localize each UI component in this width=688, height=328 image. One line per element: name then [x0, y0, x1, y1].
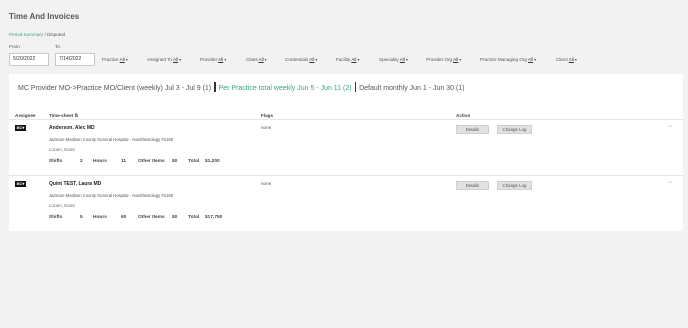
filter-facility[interactable]: Facility All▾: [336, 57, 359, 62]
filter-client[interactable]: Client All▾: [556, 57, 577, 62]
filter-practice-managing-org-value: All: [528, 57, 534, 62]
page-title: Time And Invoices: [9, 12, 80, 21]
tab-separator: [354, 82, 357, 92]
column-header-assignee: Assignee: [15, 113, 36, 118]
chevron-down-icon: ▾: [315, 57, 318, 62]
total-label: Total: [188, 159, 200, 164]
filter-credentials-value: All: [309, 57, 315, 62]
change-log-button[interactable]: Change Log: [497, 125, 532, 134]
facility-text: Jackson-Madison County General Hospital …: [49, 137, 174, 142]
other-items-label: Other Items: [138, 159, 165, 164]
chevron-down-icon: ▾: [534, 57, 537, 62]
role-text: Locum, Scout: [49, 203, 75, 208]
timesheet-name-link[interactable]: Quint TEST, Laura MD: [49, 181, 101, 187]
from-date-group: From 5/20/2022: [9, 44, 49, 66]
filter-client-label: Client: [556, 57, 568, 62]
from-date-label: From: [9, 44, 20, 49]
other-items-value: $0: [172, 159, 178, 164]
tab-separator: [214, 82, 216, 92]
hours-value: 60: [121, 215, 127, 220]
hours-label: Hours: [93, 215, 107, 220]
flags-value: none: [261, 125, 272, 130]
filter-assigned-to[interactable]: Assigned To All▾: [147, 57, 181, 62]
from-date-input[interactable]: 5/20/2022: [9, 53, 49, 66]
other-items-value: $0: [172, 215, 178, 220]
sort-icon[interactable]: ⇅: [74, 113, 78, 118]
filter-provider-org[interactable]: Provider Org All▾: [426, 57, 461, 62]
column-header-timesheet-label: Time-sheet: [49, 113, 74, 118]
tab-per-practice-weekly[interactable]: Per Practice total weekly Jun 5 - Jun 11…: [219, 85, 352, 92]
filter-class-label: Class: [246, 57, 258, 62]
more-options-icon[interactable]: ···: [667, 179, 673, 186]
hours-label: Hours: [93, 159, 107, 164]
chevron-down-icon: ▾: [224, 57, 227, 62]
hours-value: 11: [121, 159, 127, 164]
flags-value: none: [261, 181, 272, 186]
tab-mc-provider-weekly[interactable]: MC Provider MO->Practice MO/Client (week…: [18, 85, 211, 92]
column-header-action: Action: [456, 113, 471, 118]
table-row: BC▾ Anderson, Alec MD Jackson-Madison Co…: [9, 120, 683, 175]
chevron-down-icon: ▾: [125, 57, 128, 62]
filter-speciality-value: All: [399, 57, 405, 62]
timesheet-name-link[interactable]: Anderson, Alec MD: [49, 125, 95, 131]
shifts-label: Shifts: [49, 159, 63, 164]
filter-practice[interactable]: Practice All▾: [102, 57, 128, 62]
filter-provider-value: All: [218, 57, 224, 62]
filter-assigned-to-value: All: [172, 57, 179, 62]
filter-provider-label: Provider: [200, 57, 218, 62]
total-label: Total: [188, 215, 200, 220]
filter-practice-value: All: [119, 57, 125, 62]
role-text: Locum, Scout: [49, 147, 75, 152]
filter-provider-org-value: All: [453, 57, 459, 62]
filter-practice-managing-org-label: Practice Managing Org: [480, 57, 527, 62]
details-button[interactable]: Details: [456, 181, 489, 190]
to-date-group: To 7/14/2022: [55, 44, 95, 66]
to-date-input[interactable]: 7/14/2022: [55, 53, 95, 66]
assignee-badge[interactable]: BC▾: [15, 181, 26, 187]
breadcrumb: Period Summary / Disputed: [9, 32, 65, 37]
shifts-value: 2: [80, 159, 83, 164]
assignee-badge[interactable]: BC▾: [15, 125, 26, 131]
shifts-label: Shifts: [49, 215, 63, 220]
column-header-flags: Flags: [261, 113, 273, 118]
total-value: $1,200: [205, 159, 220, 164]
tab-default-monthly[interactable]: Default monthly Jun 1 - Jun 30 (1): [359, 85, 464, 92]
details-button[interactable]: Details: [456, 125, 489, 134]
filter-practice-label: Practice: [102, 57, 119, 62]
results-panel: MC Provider MO->Practice MO/Client (week…: [9, 74, 683, 231]
more-options-icon[interactable]: ···: [667, 123, 673, 130]
period-tabs: MC Provider MO->Practice MO/Client (week…: [18, 82, 465, 92]
chevron-down-icon: ▾: [179, 57, 182, 62]
change-log-button[interactable]: Change Log: [497, 181, 532, 190]
filter-assigned-to-label: Assigned To: [147, 57, 172, 62]
filter-practice-managing-org[interactable]: Practice Managing Org All▾: [480, 57, 536, 62]
chevron-down-icon: ▾: [357, 57, 360, 62]
chevron-down-icon: ▾: [574, 57, 577, 62]
filter-class-value: All: [258, 57, 264, 62]
filter-client-value: All: [568, 57, 574, 62]
filter-credentials-label: Credentials: [285, 57, 309, 62]
filter-speciality[interactable]: Speciality All▾: [379, 57, 408, 62]
other-items-label: Other Items: [138, 215, 165, 220]
total-value: $17,750: [205, 215, 223, 220]
filter-provider[interactable]: Provider All▾: [200, 57, 226, 62]
table-row: BC▾ Quint TEST, Laura MD Jackson-Madison…: [9, 176, 683, 231]
filter-provider-org-label: Provider Org: [426, 57, 453, 62]
chevron-down-icon: ▾: [264, 57, 267, 62]
facility-text: Jackson-Madison County General Hospital …: [49, 193, 174, 198]
filter-facility-label: Facility: [336, 57, 351, 62]
filter-speciality-label: Speciality: [379, 57, 399, 62]
shifts-value: 5: [80, 215, 83, 220]
chevron-down-icon: ▾: [405, 57, 408, 62]
to-date-label: To: [55, 44, 60, 49]
breadcrumb-current: Disputed: [47, 32, 66, 37]
breadcrumb-link-period-summary[interactable]: Period Summary: [9, 32, 43, 37]
filter-credentials[interactable]: Credentials All▾: [285, 57, 317, 62]
filter-class[interactable]: Class All▾: [246, 57, 267, 62]
chevron-down-icon: ▾: [459, 57, 462, 62]
filter-facility-value: All: [351, 57, 357, 62]
